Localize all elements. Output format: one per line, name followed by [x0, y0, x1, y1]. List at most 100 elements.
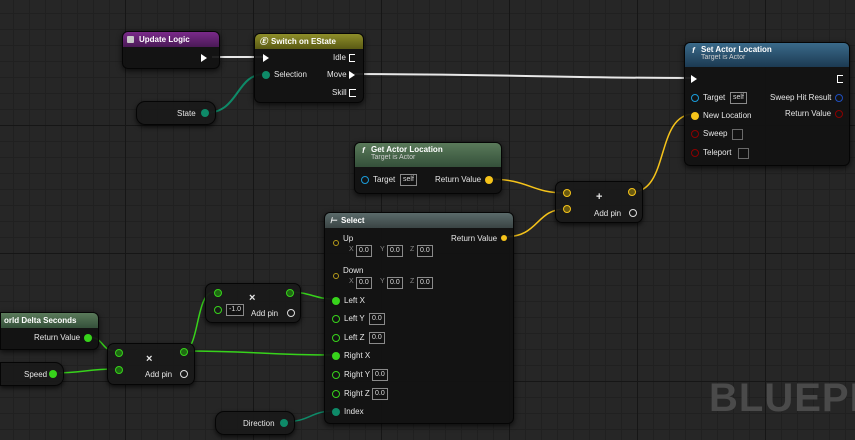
direction-variable-out-pin[interactable]	[280, 419, 288, 427]
multiply-negative-in-a-pin[interactable]	[214, 289, 222, 297]
world-delta-return-pin[interactable]	[84, 334, 92, 342]
multiply-speed-symbol: ×	[146, 353, 153, 365]
float-wire-mul-to-rightx	[182, 350, 335, 356]
right-y-pin[interactable]	[332, 371, 340, 379]
get-actor-location-title: Get Actor Location	[371, 145, 443, 154]
new-location-label: New Location	[703, 111, 752, 120]
update-logic-node[interactable]: Update Logic	[122, 31, 220, 69]
switch-skill-label: Skill	[332, 88, 347, 97]
switch-exec-in-pin[interactable]	[263, 54, 269, 62]
function-icon: f	[692, 46, 695, 55]
get-actor-location-target-pin[interactable]	[361, 176, 369, 184]
set-actor-location-exec-out-pin[interactable]	[837, 75, 843, 83]
set-actor-location-title: Set Actor Location	[701, 45, 772, 54]
speed-variable-out-pin[interactable]	[49, 370, 57, 378]
add-vector-in-a-pin[interactable]	[563, 189, 571, 197]
select-down-label: Down	[343, 266, 364, 275]
left-z-pin[interactable]	[332, 334, 340, 342]
up-z-field[interactable]: 0.0	[417, 245, 433, 257]
multiply-speed-add-pin-icon[interactable]	[180, 370, 188, 378]
add-vector-add-pin-label[interactable]: Add pin	[594, 209, 621, 218]
function-icon: f	[362, 146, 365, 155]
set-actor-location-return-pin[interactable]	[835, 110, 843, 118]
add-vector-out-pin[interactable]	[628, 188, 636, 196]
multiply-negative-in-b-pin[interactable]	[214, 306, 222, 314]
left-z-label: Left Z	[344, 333, 365, 342]
select-return-pin[interactable]	[501, 235, 507, 241]
add-vector-add-pin-icon[interactable]	[629, 209, 637, 217]
set-actor-location-return-label: Return Value	[785, 109, 832, 118]
right-z-pin[interactable]	[332, 390, 340, 398]
new-location-pin[interactable]	[691, 112, 699, 120]
add-vector-node[interactable]: + Add pin	[555, 181, 643, 223]
update-logic-exec-out-pin[interactable]	[201, 54, 207, 62]
get-actor-location-node[interactable]: f Get Actor Location Target is Actor Tar…	[354, 142, 502, 194]
get-actor-location-target-self[interactable]: self	[400, 174, 417, 186]
select-icon: ⊢	[330, 216, 337, 225]
up-y-label: Y	[380, 246, 385, 253]
left-x-label: Left X	[344, 296, 365, 305]
right-y-field[interactable]: 0.0	[372, 369, 388, 381]
select-up-pin[interactable]	[333, 240, 339, 246]
select-down-pin[interactable]	[333, 273, 339, 279]
select-title: Select	[341, 216, 365, 225]
multiply-negative-add-pin-icon[interactable]	[287, 309, 295, 317]
select-node[interactable]: ⊢ Select Return Value Up X 0.0 Y 0.0 Z 0…	[324, 212, 514, 424]
switch-selection-label: Selection	[274, 70, 307, 79]
switch-move-pin[interactable]	[349, 71, 355, 79]
set-actor-location-node[interactable]: f Set Actor Location Target is Actor Tar…	[684, 42, 850, 166]
switch-skill-pin[interactable]	[349, 89, 356, 97]
set-actor-location-target-self[interactable]: self	[730, 92, 747, 104]
multiply-negative-out-pin[interactable]	[286, 289, 294, 297]
state-variable-out-pin[interactable]	[201, 109, 209, 117]
teleport-pin[interactable]	[691, 149, 699, 157]
update-logic-title: Update Logic	[139, 35, 190, 44]
state-variable-node[interactable]: State	[136, 101, 216, 125]
up-x-field[interactable]: 0.0	[356, 245, 372, 257]
multiply-speed-node[interactable]: × Add pin	[107, 343, 195, 385]
get-actor-location-return-pin[interactable]	[485, 176, 493, 184]
down-x-label: X	[349, 278, 354, 285]
right-y-label: Right Y	[344, 370, 371, 379]
sweep-hit-result-pin[interactable]	[835, 94, 843, 102]
left-y-field[interactable]: 0.0	[369, 313, 385, 325]
down-y-field[interactable]: 0.0	[387, 277, 403, 289]
right-z-field[interactable]: 0.0	[372, 388, 388, 400]
sweep-pin[interactable]	[691, 130, 699, 138]
down-z-field[interactable]: 0.0	[417, 277, 433, 289]
add-vector-in-b-pin[interactable]	[563, 205, 571, 213]
up-y-field[interactable]: 0.0	[387, 245, 403, 257]
sweep-checkbox[interactable]	[732, 129, 743, 140]
switch-header: Ⓔ Switch on EState	[255, 34, 363, 49]
direction-variable-node[interactable]: Direction	[215, 411, 295, 435]
index-pin[interactable]	[332, 408, 340, 416]
blueprint-watermark: BLUEPR	[709, 376, 855, 420]
switch-idle-pin[interactable]	[349, 54, 355, 62]
world-delta-seconds-node[interactable]: orld Delta Seconds Return Value	[0, 312, 99, 350]
multiply-negative-add-pin-label[interactable]: Add pin	[251, 309, 278, 318]
speed-variable-node[interactable]: Speed	[0, 362, 64, 386]
multiply-negative-node[interactable]: -1.0 × Add pin	[205, 283, 301, 323]
get-actor-location-subtitle: Target is Actor	[371, 154, 416, 161]
multiply-speed-in-b-pin[interactable]	[115, 366, 123, 374]
multiply-negative-value-field[interactable]: -1.0	[226, 304, 245, 316]
set-actor-location-exec-in-pin[interactable]	[691, 75, 697, 83]
switch-on-estate-node[interactable]: Ⓔ Switch on EState Selection Idle Move S…	[254, 33, 364, 103]
multiply-speed-in-a-pin[interactable]	[115, 349, 123, 357]
right-x-label: Right X	[344, 351, 371, 360]
right-x-pin[interactable]	[332, 352, 340, 360]
down-x-field[interactable]: 0.0	[356, 277, 372, 289]
world-delta-seconds-title: orld Delta Seconds	[4, 316, 77, 325]
multiply-speed-add-pin-label[interactable]: Add pin	[145, 370, 172, 379]
switch-icon: Ⓔ	[259, 37, 268, 46]
up-z-label: Z	[410, 246, 415, 253]
left-x-pin[interactable]	[332, 297, 340, 305]
set-actor-location-target-pin[interactable]	[691, 94, 699, 102]
teleport-checkbox[interactable]	[738, 148, 749, 159]
left-z-field[interactable]: 0.0	[369, 332, 385, 344]
left-y-pin[interactable]	[332, 315, 340, 323]
multiply-speed-out-pin[interactable]	[180, 348, 188, 356]
switch-selection-pin[interactable]	[262, 71, 270, 79]
sweep-label: Sweep	[703, 129, 728, 138]
teleport-label: Teleport	[703, 148, 732, 157]
